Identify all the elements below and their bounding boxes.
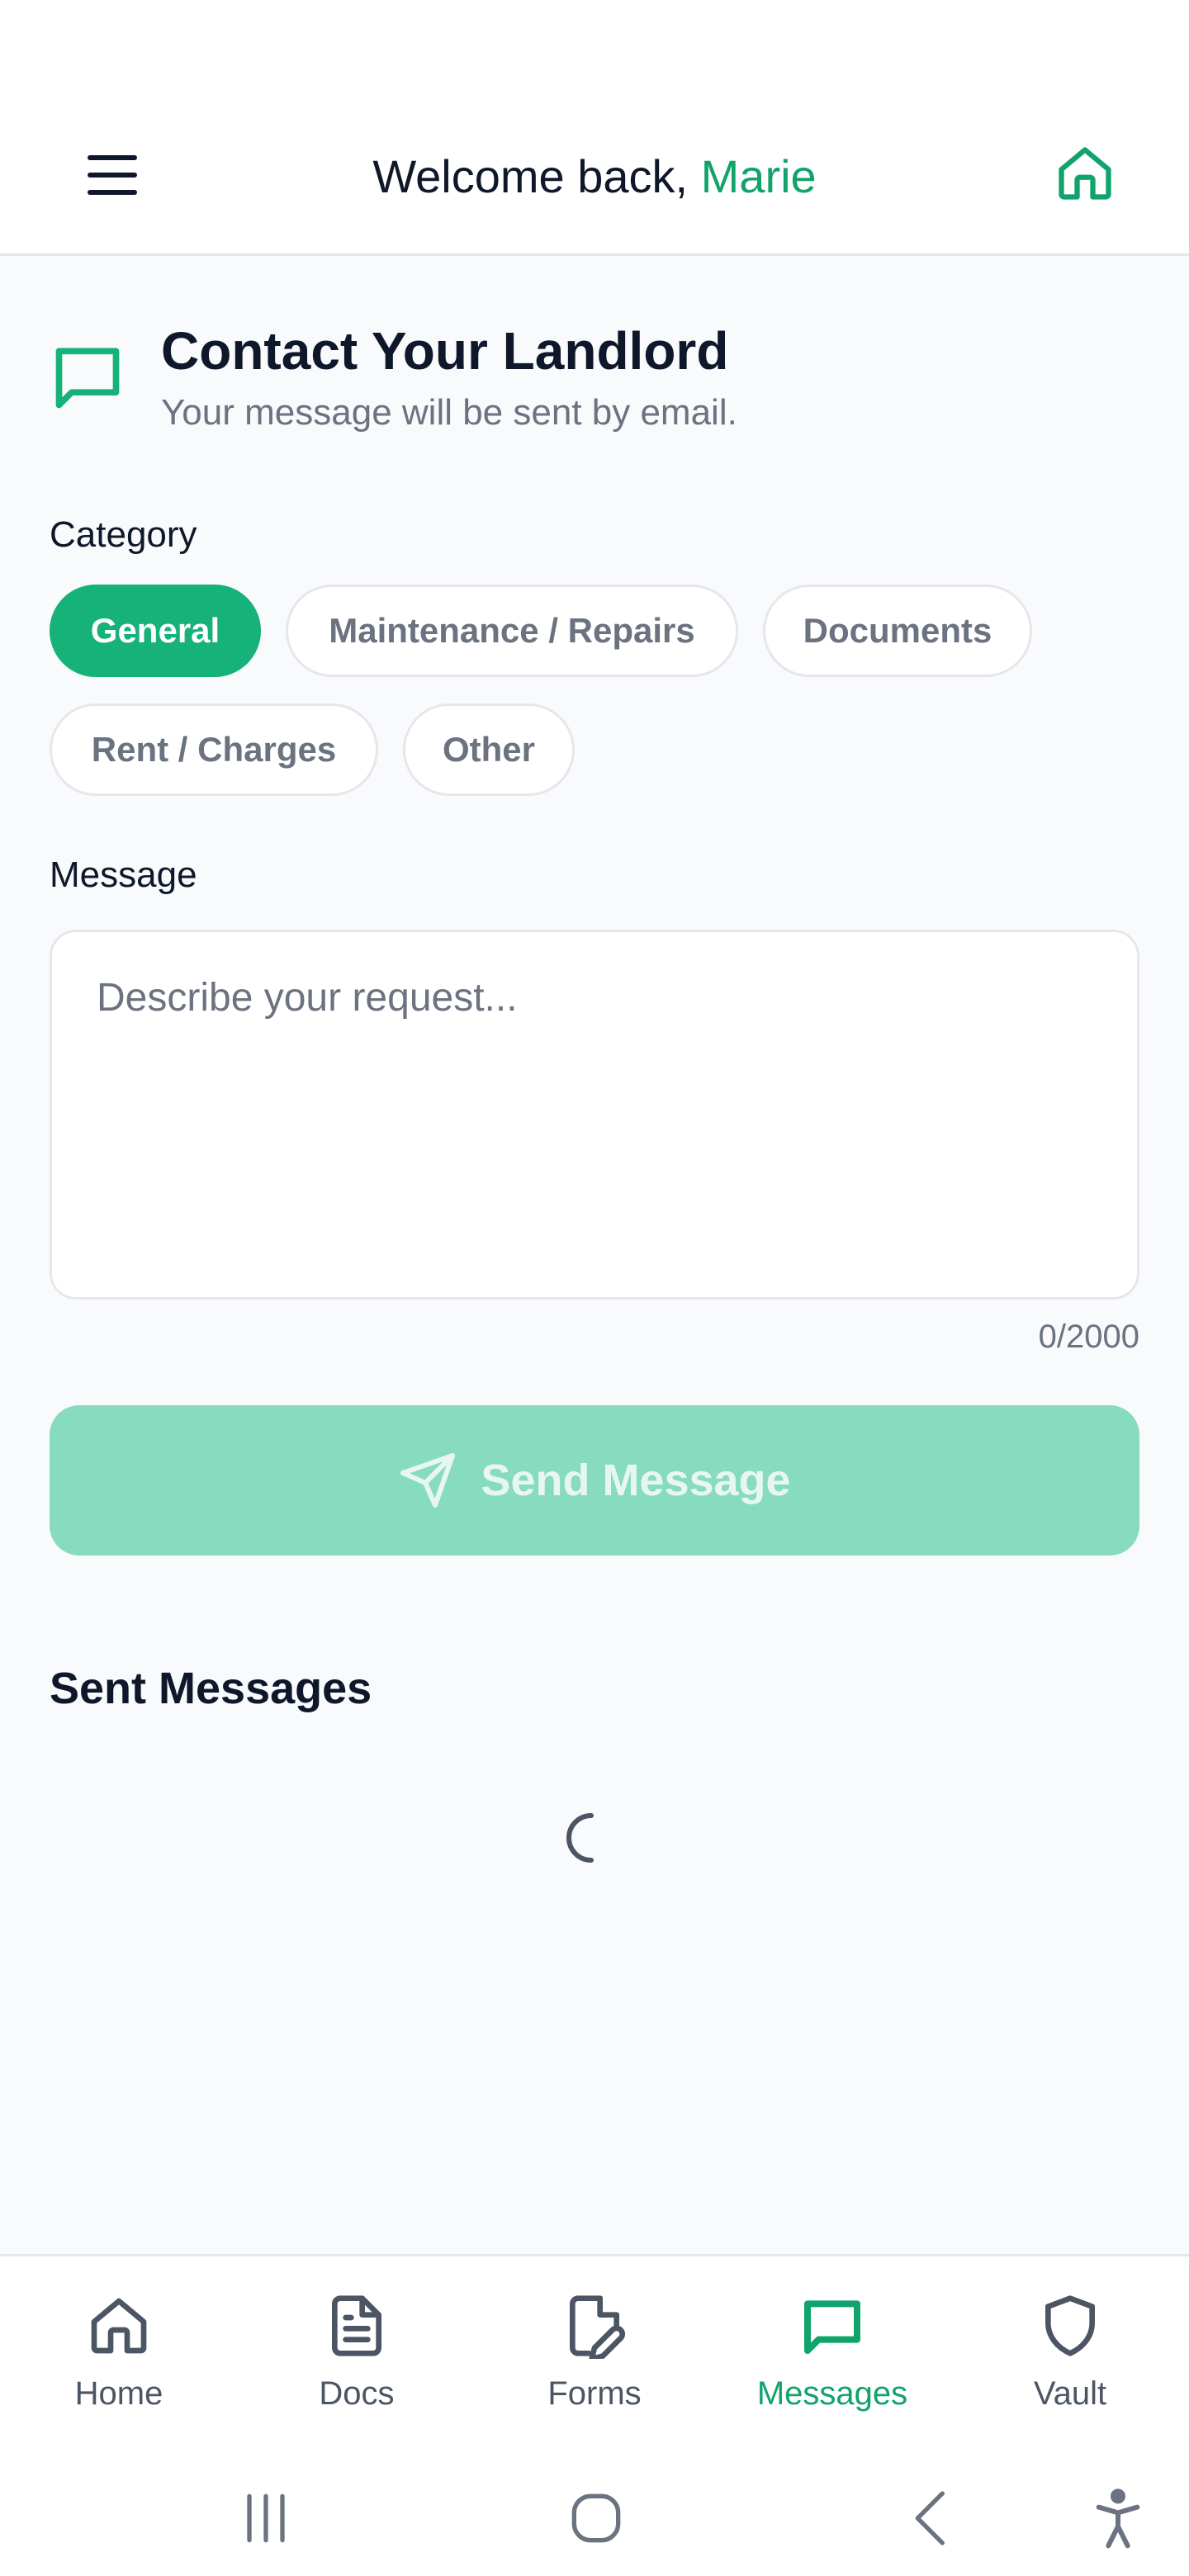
character-counter: 0/2000 — [1038, 1319, 1139, 1355]
file-edit-icon — [570, 2295, 626, 2359]
shield-icon — [1045, 2295, 1095, 2356]
message-textarea[interactable] — [50, 930, 1139, 1300]
category-chip-documents[interactable]: Documents — [763, 585, 1032, 677]
page-title: Contact Your Landlord — [161, 321, 729, 381]
nav-item-messages[interactable]: Messages — [733, 2293, 931, 2433]
nav-label-home: Home — [74, 2375, 163, 2412]
nav-label-forms: Forms — [547, 2375, 642, 2412]
nav-item-home[interactable]: Home — [20, 2293, 218, 2433]
home-icon[interactable] — [1054, 142, 1116, 205]
category-label: Category — [50, 514, 197, 555]
user-name: Marie — [700, 150, 817, 202]
category-chip-maintenance[interactable]: Maintenance / Repairs — [286, 585, 738, 677]
nav-label-messages: Messages — [756, 2375, 908, 2412]
category-chip-rent[interactable]: Rent / Charges — [50, 703, 378, 796]
back-icon[interactable] — [898, 2485, 964, 2551]
nav-item-forms[interactable]: Forms — [495, 2293, 694, 2433]
sent-messages-title: Sent Messages — [50, 1664, 372, 1713]
nav-item-docs[interactable]: Docs — [258, 2293, 456, 2433]
recent-apps-icon[interactable] — [233, 2485, 299, 2551]
send-message-button[interactable]: Send Message — [50, 1405, 1139, 1556]
category-chip-general[interactable]: General — [50, 585, 261, 677]
send-icon — [400, 1453, 456, 1508]
system-navigation-bar — [0, 2460, 1189, 2576]
send-message-label: Send Message — [481, 1456, 791, 1505]
welcome-text: Welcome back, — [372, 150, 701, 202]
home-button-icon[interactable] — [563, 2485, 629, 2551]
document-icon — [332, 2295, 381, 2356]
category-chip-other[interactable]: Other — [403, 703, 575, 796]
bottom-navigation: Home Docs Forms Messages Vault — [0, 2254, 1189, 2460]
welcome-title: Welcome back, Marie — [0, 144, 1189, 210]
nav-label-vault: Vault — [1033, 2375, 1107, 2412]
nav-label-docs: Docs — [319, 2375, 395, 2412]
message-label: Message — [50, 855, 197, 895]
home-icon — [91, 2298, 147, 2354]
page-subtitle: Your message will be sent by email. — [161, 392, 737, 433]
app-screen: Welcome back, Marie Contact Your Landlor… — [0, 0, 1189, 2576]
top-header: Welcome back, Marie — [0, 107, 1189, 256]
status-bar — [0, 0, 1189, 107]
message-square-icon — [804, 2300, 860, 2354]
accessibility-icon[interactable] — [1085, 2485, 1151, 2551]
nav-item-vault[interactable]: Vault — [971, 2293, 1169, 2433]
loading-spinner-icon — [566, 1813, 594, 1863]
message-square-icon — [55, 348, 120, 409]
